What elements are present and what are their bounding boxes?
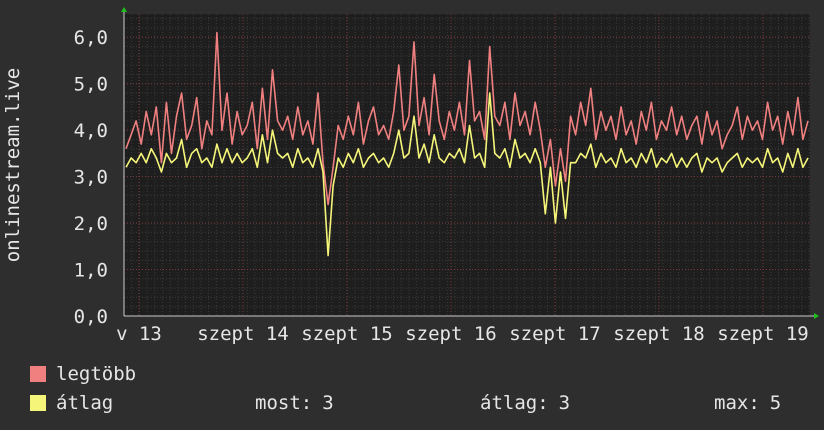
stat-average-label: átlag: xyxy=(480,392,549,414)
x-tick-label: szept 19 xyxy=(717,323,809,345)
stat-max: max: 5 xyxy=(714,392,781,414)
legend-avg-label: átlag xyxy=(56,392,114,414)
legend-max-swatch xyxy=(30,366,46,382)
legend-avg-swatch xyxy=(30,395,46,411)
stat-max-value: 5 xyxy=(769,392,782,414)
legend-avg: átlag xyxy=(30,392,113,414)
x-tick-label: szept 18 xyxy=(613,323,705,345)
stat-average: átlag: 3 xyxy=(480,392,570,414)
x-tick-label: szept 17 xyxy=(509,323,601,345)
legend-max: legtöbb xyxy=(30,363,136,385)
x-tick-label: szept 15 xyxy=(301,323,393,345)
y-tick-label: 3,0 xyxy=(74,167,108,189)
x-tick-label: szept 14 xyxy=(197,323,289,345)
stat-average-value: 3 xyxy=(558,392,571,414)
y-tick-label: 4,0 xyxy=(74,120,108,142)
y-axis-arrow xyxy=(121,7,127,12)
stat-current: most: 3 xyxy=(255,392,334,414)
y-tick-label: 0,0 xyxy=(74,306,108,328)
y-tick-label: 5,0 xyxy=(74,74,108,96)
x-axis-arrow xyxy=(814,313,819,319)
legend-max-label: legtöbb xyxy=(56,363,137,385)
y-tick-label: 2,0 xyxy=(74,213,108,235)
x-tick-label: szept 16 xyxy=(405,323,497,345)
y-axis-title: onlinestream.live xyxy=(2,68,24,262)
stat-max-label: max: xyxy=(714,392,760,414)
stat-current-value: 3 xyxy=(322,392,334,414)
y-tick-label: 1,0 xyxy=(74,260,108,282)
x-tick-label: v 13 xyxy=(116,323,162,345)
y-tick-label: 6,0 xyxy=(74,27,108,49)
stat-current-label: most: xyxy=(255,392,313,414)
plot-area xyxy=(124,14,810,316)
